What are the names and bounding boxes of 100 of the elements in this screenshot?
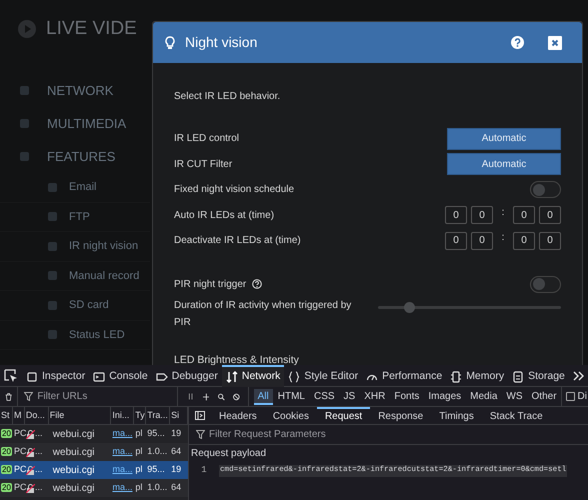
table-cell-text: pl [134,481,144,494]
select-button[interactable]: Automatic [447,128,561,150]
debugger-icon [156,370,168,382]
devtools-tab[interactable]: Network [222,364,284,386]
section-icon [20,86,29,95]
devtools-tab[interactable]: Inspector [22,364,90,386]
devtools-tab[interactable]: Memory [446,364,508,386]
filter-urls-field[interactable]: Filter URLs [37,389,178,404]
table-cell-text: pl [134,427,144,440]
dialog-title: Night vision [185,33,258,52]
sidebar-item[interactable]: Email [69,179,97,196]
detail-tab[interactable]: Cookies [264,406,317,424]
chevrons-icon[interactable] [572,370,584,380]
block-icon[interactable] [232,392,240,402]
type-filter[interactable]: Other [528,388,561,404]
field-label: Auto IR LEDs at (time) [174,208,274,223]
filter-icon [196,430,205,439]
table-cell-text: 19 [170,427,182,440]
table-cell-text: ... [34,463,42,476]
digit-field[interactable]: 0 [539,232,561,250]
status-badge: 20 [1,447,12,456]
type-filter[interactable]: HTML [274,388,309,404]
sidebar-toggle-icon[interactable] [195,411,205,420]
select-button[interactable]: Automatic [447,153,561,176]
field-label: IR CUT Filter [174,158,232,172]
initiator-link[interactable]: ma... [112,446,132,456]
sidebar-item[interactable]: FEATURES [47,146,116,166]
table-cell-text: PC [12,481,25,494]
slider-thumb[interactable] [404,302,416,313]
detail-tab[interactable]: Response [370,406,432,424]
status-badge: 20 [1,429,12,438]
sidebar-item[interactable]: FTP [69,208,90,225]
initiator-link[interactable]: ma... [112,482,132,492]
sidebar-item[interactable]: Status LED [69,326,125,343]
detail-tab[interactable]: Timings [431,406,482,424]
status-badge: 20 [1,483,12,492]
table-cell-text: PC [12,445,25,458]
toggle-switch[interactable] [530,276,561,293]
filter-params-field[interactable]: Filter Request Parameters [209,427,409,442]
insecure-lock-icon [26,466,35,474]
devtools-tab[interactable]: Debugger [152,364,222,386]
plus-icon[interactable] [202,392,210,402]
storage-icon [512,370,524,382]
sidebar-item[interactable]: Manual record [69,268,140,284]
close-icon[interactable] [548,36,562,50]
digit-field[interactable]: 0 [513,232,535,250]
toggle-switch[interactable] [530,181,561,198]
console-icon [93,370,106,382]
pause-icon[interactable] [188,392,194,401]
sidebar-item[interactable]: SD card [69,297,109,314]
sidebar-item[interactable]: NETWORK [47,80,114,100]
trash-icon[interactable] [5,390,12,402]
section-title: LED Brightness & Intensity [174,353,300,365]
search-icon[interactable] [218,392,225,402]
table-cell-text: PC [12,463,25,476]
detail-tab[interactable]: Stack Trace [482,406,551,424]
sidebar-item[interactable]: IR night vision [69,238,138,254]
type-filter[interactable]: XHR [360,388,390,404]
table-cell-text: 64 [170,445,182,458]
detail-tab[interactable]: Request [316,406,370,424]
digit-field[interactable]: 0 [471,232,493,250]
devtools-tab[interactable]: Console [89,364,152,386]
table-cell-text: webui.cgi [52,482,96,496]
field-label: PIR night trigger [174,278,246,292]
digit-field[interactable]: 0 [471,206,493,224]
line-number: 1 [200,464,208,478]
type-filter[interactable]: Fonts [390,388,424,404]
devtools-tab[interactable]: Style Editor [284,364,362,386]
initiator-link[interactable]: ma... [112,428,132,438]
pick-element-icon[interactable] [4,368,18,382]
type-filter[interactable]: Images [424,388,466,404]
type-filter[interactable]: All [254,388,273,404]
devtools-tab[interactable]: Performance [362,364,446,386]
time-separator: : [500,231,506,246]
sidebar-item[interactable]: MULTIMEDIA [47,114,126,134]
type-filter[interactable]: Media [466,388,502,404]
table-cell-text: ... [34,427,42,440]
digit-field[interactable]: 0 [513,206,535,224]
field-label: Deactivate IR LEDs at (time) [174,234,301,248]
section-icon [20,152,29,161]
initiator-link[interactable]: ma... [112,464,132,474]
digit-field[interactable]: 0 [445,206,467,224]
checkbox[interactable] [566,392,575,401]
help-icon[interactable] [252,279,262,290]
type-filter[interactable]: CSS [310,388,339,404]
insecure-lock-icon [26,484,35,492]
digit-field[interactable]: 0 [539,206,561,224]
play-circle-icon [18,20,36,38]
request-row[interactable]: 20 PC ... webui.cgi ma... pl 1.0... 64 [0,443,188,461]
type-filter[interactable]: WS [502,388,527,404]
type-filter[interactable]: JS [340,388,360,404]
digit-field[interactable]: 0 [445,232,467,250]
request-row[interactable]: 20 PC ... webui.cgi ma... pl 95... 19 [0,461,188,479]
filter-icon [24,392,34,401]
devtools-tab[interactable]: Storage [508,364,569,386]
field-label: Fixed night vision schedule [174,183,294,198]
table-cell-text: 19 [170,463,182,476]
request-row[interactable]: 20 PC ... webui.cgi ma... pl 1.0... 64 [0,479,188,497]
detail-tab[interactable]: Headers [211,406,265,424]
menu-item-icon [48,271,57,280]
